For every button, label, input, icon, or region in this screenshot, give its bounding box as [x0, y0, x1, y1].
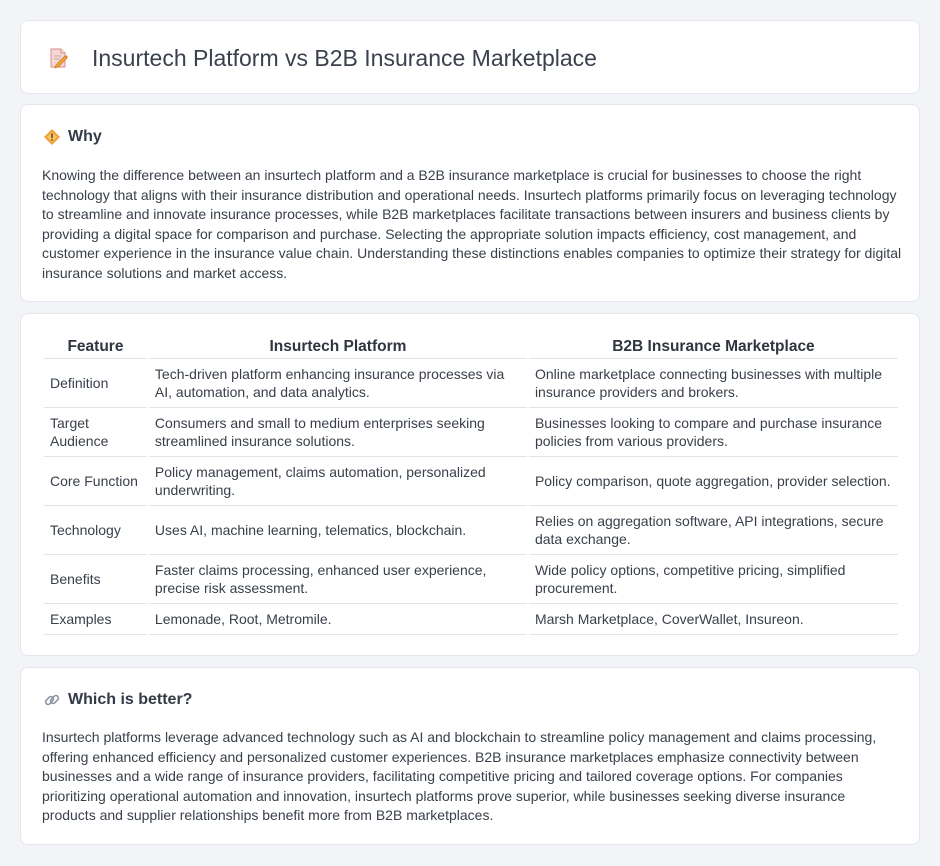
why-heading: Why [43, 128, 102, 146]
header-insurtech-platform: Insurtech Platform [148, 333, 527, 359]
table-row: Benefits Faster claims processing, enhan… [44, 555, 898, 604]
why-title: Why [68, 128, 102, 145]
why-text: Knowing the difference between an insurt… [42, 167, 902, 281]
table-row: Technology Uses AI, machine learning, te… [44, 506, 898, 555]
insurtech-cell: Tech-driven platform enhancing insurance… [148, 359, 527, 408]
b2b-cell: Marsh Marketplace, CoverWallet, Insureon… [528, 604, 898, 635]
row-label: Technology [44, 506, 147, 555]
link-icon [43, 691, 61, 709]
table-row: Core Function Policy management, claims … [44, 457, 898, 506]
table-row: Definition Tech-driven platform enhancin… [44, 359, 898, 408]
row-label: Definition [44, 359, 147, 408]
row-label: Examples [44, 604, 147, 635]
b2b-cell: Businesses looking to compare and purcha… [528, 408, 898, 457]
table-row: Target Audience Consumers and small to m… [44, 408, 898, 457]
row-label: Core Function [44, 457, 147, 506]
document-pencil-icon [46, 46, 70, 70]
diamond-warning-icon [43, 128, 61, 146]
comparison-table: Feature Insurtech Platform B2B Insurance… [42, 333, 900, 635]
insurtech-cell: Faster claims processing, enhanced user … [148, 555, 527, 604]
insurtech-cell: Lemonade, Root, Metromile. [148, 604, 527, 635]
insurtech-cell: Uses AI, machine learning, telematics, b… [148, 506, 527, 555]
comparison-section: Feature Insurtech Platform B2B Insurance… [20, 313, 920, 656]
which-text: Insurtech platforms leverage advanced te… [42, 729, 877, 823]
header-card: Insurtech Platform vs B2B Insurance Mark… [20, 20, 920, 94]
b2b-cell: Policy comparison, quote aggregation, pr… [528, 457, 898, 506]
why-section: Why Knowing the difference between an in… [20, 104, 920, 302]
b2b-cell: Online marketplace connecting businesses… [528, 359, 898, 408]
which-heading: Which is better? [43, 691, 192, 709]
insurtech-cell: Consumers and small to medium enterprise… [148, 408, 527, 457]
b2b-cell: Relies on aggregation software, API inte… [528, 506, 898, 555]
table-header-row: Feature Insurtech Platform B2B Insurance… [44, 333, 898, 359]
which-title: Which is better? [68, 691, 193, 708]
header-b2b-marketplace: B2B Insurance Marketplace [528, 333, 898, 359]
page-title: Insurtech Platform vs B2B Insurance Mark… [92, 45, 597, 71]
insurtech-cell: Policy management, claims automation, pe… [148, 457, 527, 506]
row-label: Target Audience [44, 408, 147, 457]
which-section: Which is better? Insurtech platforms lev… [20, 667, 920, 845]
table-row: Examples Lemonade, Root, Metromile. Mars… [44, 604, 898, 635]
row-label: Benefits [44, 555, 147, 604]
b2b-cell: Wide policy options, competitive pricing… [528, 555, 898, 604]
header-feature: Feature [44, 333, 147, 359]
